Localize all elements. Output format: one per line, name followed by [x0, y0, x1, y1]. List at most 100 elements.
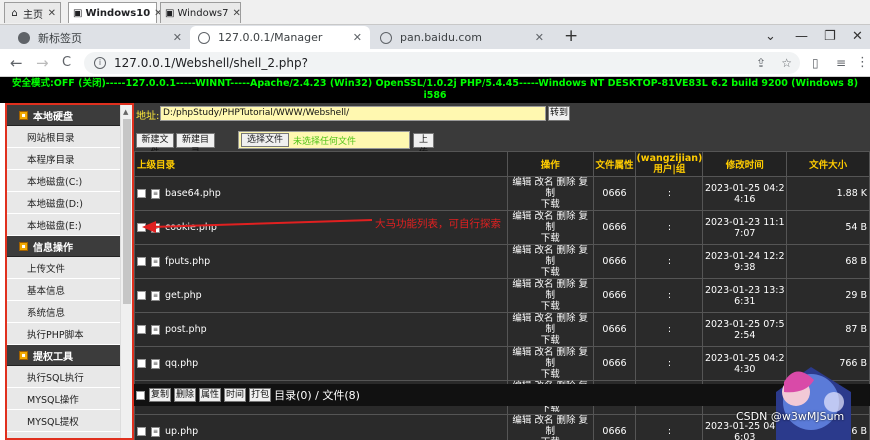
sidebar-item-disk-d[interactable]: 本地磁盘(D:) — [7, 192, 121, 214]
file-name-link[interactable]: cookie.php — [165, 222, 217, 233]
file-mtime[interactable]: 2023-01-25 04:2 4:16 — [702, 176, 788, 211]
file-checkbox[interactable] — [137, 325, 146, 334]
file-checkbox[interactable] — [137, 257, 146, 266]
close-icon[interactable]: ✕ — [353, 31, 362, 44]
browser-tab-manager[interactable]: 127.0.0.1/Manager ✕ — [190, 26, 370, 49]
bulk-pack-button[interactable]: 打包 — [249, 388, 272, 402]
file-download-link[interactable]: 下载 — [541, 301, 560, 312]
bulk-delete-button[interactable]: 删除 — [174, 388, 197, 402]
sidebar-section-info[interactable]: ▪ 信息操作 — [7, 236, 121, 257]
file-name-link[interactable]: up.php — [165, 426, 198, 437]
info-icon[interactable]: i — [94, 57, 106, 69]
reload-button[interactable]: C — [62, 54, 71, 72]
vm-tab-home[interactable]: ⌂ 主页 ✕ — [4, 2, 61, 23]
sidebar-item-program-dir[interactable]: 本程序目录 — [7, 148, 121, 170]
bookmark-star-icon[interactable]: ☆ — [781, 56, 792, 70]
file-ops-links[interactable]: 编辑 改名 删除 复制 — [512, 211, 588, 233]
file-perm[interactable]: 0666 — [592, 176, 637, 211]
file-ops-links[interactable]: 编辑 改名 删除 复制 — [512, 279, 588, 301]
new-dir-button[interactable]: 新建目录 — [176, 133, 215, 158]
file-perm[interactable]: 0666 — [592, 312, 637, 347]
sidebar-icon[interactable]: ▯ — [812, 54, 819, 72]
file-perm[interactable]: 0666 — [592, 244, 637, 279]
file-checkbox[interactable] — [137, 223, 146, 232]
back-button[interactable]: ← — [10, 54, 23, 72]
vm-tab-windows7[interactable]: ▣ Windows7 ✕ — [160, 2, 241, 23]
close-window-button[interactable]: ✕ — [852, 29, 863, 44]
file-mtime[interactable]: 2023-01-25 07:5 2:54 — [702, 312, 788, 347]
scrollbar-thumb[interactable] — [123, 119, 131, 304]
file-name-link[interactable]: post.php — [165, 324, 207, 335]
sidebar-item-basic-info[interactable]: 基本信息 — [7, 279, 121, 301]
file-perm[interactable]: 0666 — [592, 210, 637, 245]
choose-file-button[interactable]: 选择文件 — [241, 133, 289, 147]
browser-tab-baidu[interactable]: pan.baidu.com ✕ — [372, 26, 552, 49]
file-checkbox[interactable] — [137, 359, 146, 368]
file-perm[interactable]: 0666 — [592, 346, 637, 381]
file-ops-links[interactable]: 编辑 改名 删除 复制 — [512, 347, 588, 369]
forward-button[interactable]: → — [36, 54, 49, 72]
table-row: ≡ get.php 编辑 改名 删除 复制 下载 0666:2023-01-23 13:… — [134, 278, 870, 313]
scroll-up-icon[interactable]: ▲ — [123, 108, 128, 116]
sidebar-item-mysql-op[interactable]: MYSQL操作 — [7, 388, 121, 410]
file-mtime[interactable]: 2023-01-24 12:2 9:38 — [702, 244, 788, 279]
more-menu-icon[interactable]: ⋮ — [856, 54, 869, 72]
close-icon[interactable]: ✕ — [535, 31, 544, 44]
goto-button[interactable]: 转到 — [548, 106, 570, 121]
file-name-link[interactable]: get.php — [165, 290, 202, 301]
file-ops-links[interactable]: 编辑 改名 删除 复制 — [512, 245, 588, 267]
file-name-link[interactable]: fputs.php — [165, 256, 210, 267]
sidebar-item-web-root[interactable]: 网站根目录 — [7, 126, 121, 148]
file-icon: ≡ — [151, 188, 160, 199]
file-name-cell: ≡ fputs.php — [134, 244, 508, 279]
file-ops-links[interactable]: 编辑 改名 删除 复制 — [512, 177, 588, 199]
sidebar-item-disk-c[interactable]: 本地磁盘(C:) — [7, 170, 121, 192]
address-bar[interactable]: i 127.0.0.1/Webshell/shell_2.php? ⇪ ☆ — [84, 52, 800, 74]
new-file-button[interactable]: 新建文件 — [136, 133, 174, 158]
bulk-attr-button[interactable]: 属性 — [199, 388, 222, 402]
file-ops-links[interactable]: 编辑 改名 删除 复制 — [512, 415, 588, 437]
file-checkbox[interactable] — [137, 189, 146, 198]
close-icon[interactable]: ✕ — [228, 8, 240, 19]
new-tab-button[interactable]: + — [564, 26, 578, 46]
restore-button[interactable]: ❐ — [824, 29, 836, 44]
sidebar-item-servu-privesc[interactable]: Serv-U提权 — [7, 432, 121, 438]
sidebar-section-privesc[interactable]: ▪ 提权工具 — [7, 345, 121, 366]
bulk-time-button[interactable]: 时间 — [224, 388, 247, 402]
file-ops-links[interactable]: 编辑 改名 删除 复制 — [512, 313, 588, 335]
sidebar-item-run-php[interactable]: 执行PHP脚本 — [7, 323, 121, 345]
file-download-link[interactable]: 下载 — [541, 267, 560, 278]
minimize-button[interactable]: — — [795, 29, 808, 44]
sidebar-item-disk-e[interactable]: 本地磁盘(E:) — [7, 214, 121, 236]
tab-search-button[interactable]: ⌄ — [765, 29, 776, 44]
file-name-link[interactable]: base64.php — [165, 188, 221, 199]
upload-button[interactable]: 上传 — [413, 133, 434, 158]
file-download-link[interactable]: 下载 — [541, 369, 560, 380]
close-icon[interactable]: ✕ — [44, 8, 56, 19]
select-all-checkbox[interactable] — [136, 390, 145, 400]
file-mtime[interactable]: 2023-01-23 13:3 6:31 — [702, 278, 788, 313]
file-checkbox[interactable] — [137, 291, 146, 300]
close-icon[interactable]: ✕ — [173, 31, 182, 44]
file-checkbox[interactable] — [137, 427, 146, 436]
file-download-link[interactable]: 下载 — [541, 335, 560, 346]
parent-dir-link[interactable]: 上级目录 — [134, 151, 508, 177]
vm-tab-windows10[interactable]: ▣ Windows10 ✕ — [68, 2, 163, 23]
sidebar-item-mysql-privesc[interactable]: MYSQL提权 — [7, 410, 121, 432]
share-icon[interactable]: ⇪ — [756, 56, 766, 70]
profile-icon[interactable]: ≡ — [836, 54, 846, 72]
path-input[interactable]: D:/phpStudy/PHPTutorial/WWW/Webshell/ — [160, 106, 546, 121]
sidebar-section-local-disk[interactable]: ▪ 本地硬盘 — [7, 105, 121, 126]
file-mtime[interactable]: 2023-01-23 11:1 7:07 — [702, 210, 788, 245]
sidebar-item-system-info[interactable]: 系统信息 — [7, 301, 121, 323]
file-download-link[interactable]: 下载 — [541, 199, 560, 210]
sidebar-scrollbar[interactable]: ▲ — [120, 105, 132, 438]
file-perm[interactable]: 0666 — [592, 414, 637, 440]
sidebar-item-sql-exec[interactable]: 执行SQL执行 — [7, 366, 121, 388]
file-name-link[interactable]: qq.php — [165, 358, 198, 369]
file-perm[interactable]: 0666 — [592, 278, 637, 313]
file-download-link[interactable]: 下载 — [541, 233, 560, 244]
bulk-copy-button[interactable]: 复制 — [149, 388, 172, 402]
sidebar-item-upload[interactable]: 上传文件 — [7, 257, 121, 279]
browser-tab-new[interactable]: 新标签页 ✕ — [10, 26, 190, 49]
